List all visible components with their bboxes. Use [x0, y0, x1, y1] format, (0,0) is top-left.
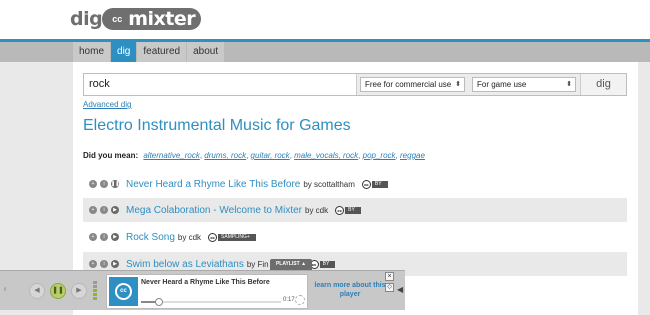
page-title: Electro Instrumental Music for Games	[83, 117, 351, 134]
did-you-mean-label: Did you mean:	[83, 151, 139, 160]
elapsed-time: 0:17	[283, 297, 295, 303]
tab-featured[interactable]: featured	[137, 42, 187, 62]
updown-arrows-icon: ⬍	[455, 81, 461, 88]
suggestion-link[interactable]: guitar, rock	[251, 151, 290, 160]
main-nav: home dig featured about	[73, 42, 225, 62]
progress-handle[interactable]	[155, 298, 163, 306]
license-badge[interactable]: cc BY	[309, 259, 336, 269]
info-icon[interactable]: i	[100, 180, 108, 188]
license-filter-value: Free for commercial use	[365, 80, 452, 89]
track-title-link[interactable]: Never Heard a Rhyme Like This Before	[126, 179, 300, 190]
previous-button[interactable]: ◀	[29, 283, 45, 299]
next-button[interactable]: ▶	[71, 283, 87, 299]
learn-more-link[interactable]: learn more about this player	[311, 281, 389, 299]
logo-dig-text: dig	[70, 8, 103, 30]
track-title-link[interactable]: Rock Song	[126, 232, 175, 243]
license-badge-label: SAMPLING+	[218, 233, 256, 241]
track-artist: by cdk	[305, 205, 329, 215]
cc-license-icon: cc	[208, 232, 218, 242]
add-icon[interactable]: +	[89, 206, 97, 214]
site-header: dig cc mixter	[0, 0, 650, 40]
add-icon[interactable]: +	[89, 233, 97, 241]
use-filter-select[interactable]: For game use ⬍	[472, 77, 576, 92]
play-icon[interactable]: ▶	[111, 206, 119, 214]
dig-ccmixter-logo[interactable]: dig cc mixter	[70, 8, 202, 30]
logo-mixter-text: mixter	[128, 8, 196, 30]
info-icon[interactable]: i	[100, 206, 108, 214]
track-artist: by scottaltham	[303, 179, 355, 189]
tab-dig[interactable]: dig	[111, 42, 137, 62]
cc-logo-icon: cc	[107, 9, 128, 29]
license-badge-label: BY	[371, 180, 388, 188]
track-title-link[interactable]: Mega Colaboration - Welcome to Mixter	[126, 205, 302, 216]
now-playing-card: cc Never Heard a Rhyme Like This Before …	[106, 274, 308, 309]
result-row: + i ▶ Rock Song by cdk cc SAMPLING+	[83, 225, 627, 249]
playlist-toggle-button[interactable]: PLAYLIST ▲	[270, 259, 312, 270]
previous-icon: ◀	[34, 287, 40, 294]
suggestion-link[interactable]: alternative_rock	[143, 151, 199, 160]
collapse-arrow-icon[interactable]: ◀	[397, 285, 403, 294]
license-badge[interactable]: cc SAMPLING+	[208, 232, 256, 242]
next-icon: ▶	[76, 287, 82, 294]
now-playing-title: Never Heard a Rhyme Like This Before	[141, 279, 270, 286]
advanced-dig-link[interactable]: Advanced dig	[83, 100, 131, 109]
license-badge[interactable]: cc BY	[361, 179, 388, 189]
track-title-link[interactable]: Swim below as Leviathans	[126, 259, 244, 270]
result-row: + i ❚❚ Never Heard a Rhyme Like This Bef…	[83, 172, 627, 196]
cc-license-icon: cc	[335, 205, 345, 215]
album-art: cc	[109, 277, 138, 306]
result-row: + i ▶ Mega Colaboration - Welcome to Mix…	[83, 198, 627, 222]
play-icon[interactable]: ▶	[111, 233, 119, 241]
volume-meter[interactable]	[93, 281, 97, 301]
cc-license-icon: cc	[361, 179, 371, 189]
track-artist: by Fin	[246, 259, 269, 269]
loading-spinner-icon	[295, 295, 305, 305]
logo-mixter-pill: cc mixter	[102, 8, 202, 30]
cc-logo-icon: cc	[115, 283, 132, 300]
info-icon[interactable]: i	[100, 260, 108, 268]
info-icon[interactable]: i	[100, 233, 108, 241]
dig-button[interactable]: dig	[580, 74, 626, 95]
search-bar: Free for commercial use ⬍ For game use ⬍…	[83, 73, 627, 96]
suggestion-link[interactable]: male_vocals, rock	[294, 151, 358, 160]
play-icon[interactable]: ▶	[111, 260, 119, 268]
track-artist: by cdk	[177, 232, 202, 242]
license-badge-label: BY	[319, 260, 336, 268]
player-side-icon: ◐	[3, 284, 10, 295]
add-icon[interactable]: +	[89, 180, 97, 188]
tab-about[interactable]: about	[187, 42, 225, 62]
updown-arrows-icon: ⬍	[566, 81, 572, 88]
close-player-button[interactable]: ×	[385, 272, 394, 281]
suggestion-link[interactable]: reggae	[400, 151, 425, 160]
license-badge-label: BY	[345, 206, 361, 214]
suggestion-link[interactable]: drums, rock	[204, 151, 246, 160]
tab-home[interactable]: home	[73, 42, 111, 62]
license-badge[interactable]: cc BY	[335, 205, 361, 215]
license-filter-select[interactable]: Free for commercial use ⬍	[360, 77, 465, 92]
suggestion-link[interactable]: pop_rock	[363, 151, 396, 160]
play-pause-button[interactable]: ❚❚	[50, 283, 66, 299]
did-you-mean: Did you mean: alternative_rock, drums, r…	[83, 151, 425, 160]
expand-player-button[interactable]: ◇	[385, 283, 394, 292]
use-filter-value: For game use	[477, 80, 527, 89]
pause-icon: ❚❚	[52, 287, 64, 294]
search-input[interactable]	[84, 74, 357, 95]
add-icon[interactable]: +	[89, 260, 97, 268]
pause-icon[interactable]: ❚❚	[111, 180, 119, 188]
